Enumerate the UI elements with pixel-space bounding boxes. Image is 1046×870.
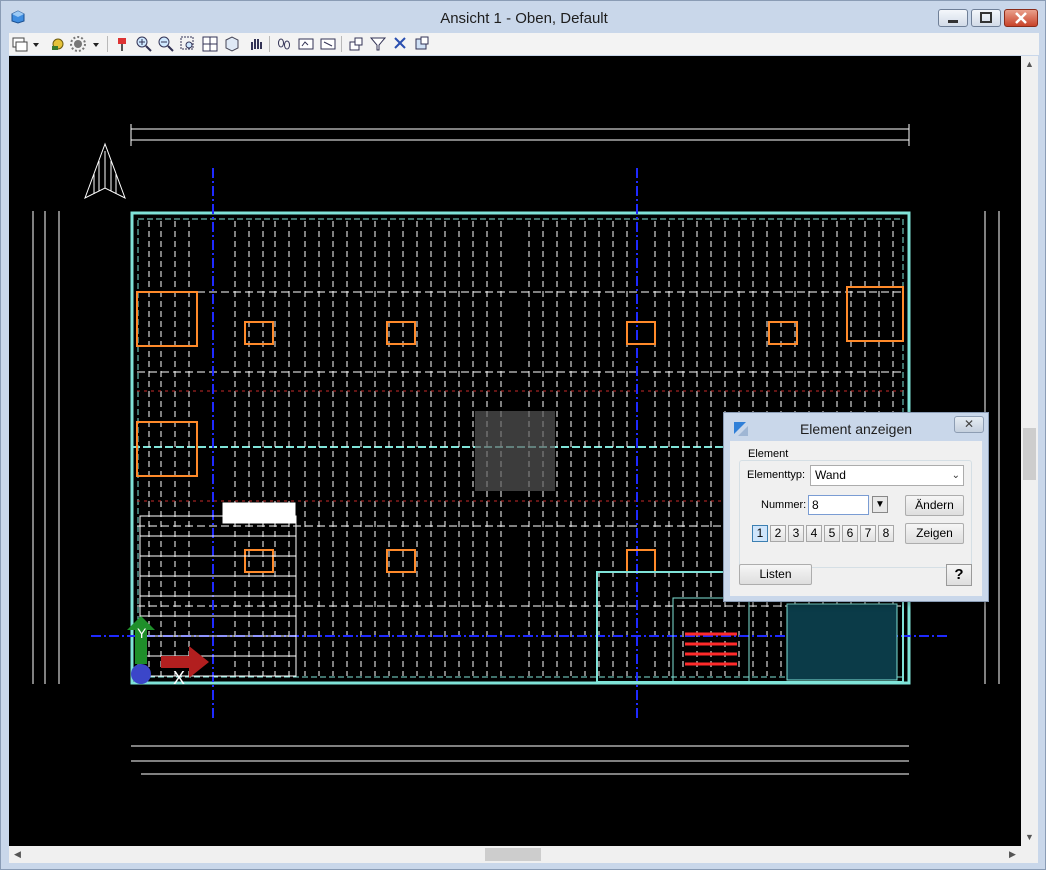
selection-highlight	[475, 411, 555, 491]
footsteps-icon[interactable]	[275, 35, 293, 53]
number-button-2[interactable]: 2	[770, 525, 786, 542]
scrollbar-corner	[1021, 846, 1038, 863]
dropdown-icon[interactable]	[91, 35, 101, 53]
horizontal-scroll-thumb[interactable]	[485, 848, 541, 861]
horizontal-scrollbar[interactable]: ◀ ▶	[9, 846, 1021, 863]
number-button-3[interactable]: 3	[788, 525, 804, 542]
filter-icon[interactable]	[369, 35, 387, 53]
elementtyp-value: Wand	[815, 468, 846, 482]
number-button-4[interactable]: 4	[806, 525, 822, 542]
view-frame2-icon[interactable]	[319, 35, 337, 53]
elementtyp-label: Elementtyp:	[747, 469, 806, 481]
zoom-all-icon[interactable]	[201, 35, 219, 53]
number-button-7[interactable]: 7	[860, 525, 876, 542]
layer-icon[interactable]	[49, 35, 67, 53]
view-frame-icon[interactable]	[297, 35, 315, 53]
restore-icon	[980, 12, 992, 23]
help-button[interactable]: ?	[946, 564, 972, 586]
zoom-window-icon[interactable]	[179, 35, 197, 53]
minimize-icon	[948, 20, 958, 23]
y-axis-label: Y	[137, 625, 147, 641]
scroll-up-icon[interactable]: ▲	[1021, 56, 1038, 73]
scroll-right-icon[interactable]: ▶	[1004, 846, 1021, 863]
pan-hand-icon[interactable]	[247, 35, 265, 53]
dialog-body: Element Elementtyp: Wand ⌄ Nummer: 8 ▼ Ä…	[730, 441, 982, 596]
select-icon[interactable]	[391, 35, 409, 53]
bottom-dimension-lines	[131, 745, 909, 775]
close-button[interactable]	[1004, 9, 1038, 27]
truss-area	[139, 502, 297, 677]
object-icon[interactable]	[413, 35, 431, 53]
zeigen-button[interactable]: Zeigen	[905, 523, 964, 544]
view-icon[interactable]	[11, 35, 29, 53]
dropdown-icon[interactable]	[31, 35, 41, 53]
number-button-6[interactable]: 6	[842, 525, 858, 542]
paint-icon[interactable]	[113, 35, 131, 53]
toolbar	[9, 33, 1039, 55]
snap-icon[interactable]	[347, 35, 365, 53]
number-button-5[interactable]: 5	[824, 525, 840, 542]
number-button-8[interactable]: 8	[878, 525, 894, 542]
x-axis-label: X	[173, 668, 185, 688]
dialog-title: Element anzeigen	[799, 421, 913, 437]
aendern-button[interactable]: Ändern	[905, 495, 964, 516]
zoom-out-icon[interactable]	[157, 35, 175, 53]
number-button-1[interactable]: 1	[752, 525, 768, 542]
north-arrow-icon	[84, 142, 126, 200]
scroll-down-icon[interactable]: ▼	[1021, 829, 1038, 846]
chevron-down-icon: ⌄	[951, 470, 960, 481]
minimize-button[interactable]	[938, 9, 968, 27]
window-title: Ansicht 1 - Oben, Default	[440, 10, 608, 27]
settings-icon[interactable]	[69, 35, 87, 53]
vertical-scrollbar[interactable]: ▲ ▼	[1021, 56, 1038, 846]
dialog-close-button[interactable]: ✕	[954, 416, 984, 433]
zoom-in-icon[interactable]	[135, 35, 153, 53]
top-dimension-lines	[130, 124, 910, 146]
nummer-input[interactable]: 8	[808, 495, 869, 515]
nummer-dropdown-icon[interactable]: ▼	[872, 496, 888, 513]
element-anzeigen-dialog: Element anzeigen ✕ Element Elementtyp: W…	[723, 412, 989, 602]
scroll-left-icon[interactable]: ◀	[9, 846, 26, 863]
maximize-button[interactable]	[971, 9, 1001, 27]
cad-view-window: Ansicht 1 - Oben, Default Y X ▲ ▼ ◀ ▶ El…	[0, 0, 1046, 870]
element-group-label: Element	[746, 448, 791, 460]
listen-button[interactable]: Listen	[739, 564, 812, 585]
nummer-label: Nummer:	[761, 499, 807, 511]
cube-view-icon[interactable]	[223, 35, 241, 53]
elementtyp-select[interactable]: Wand ⌄	[810, 465, 964, 486]
title-bar[interactable]: Ansicht 1 - Oben, Default	[1, 1, 1046, 33]
vertical-scroll-thumb[interactable]	[1023, 428, 1036, 480]
close-icon	[1015, 12, 1027, 24]
